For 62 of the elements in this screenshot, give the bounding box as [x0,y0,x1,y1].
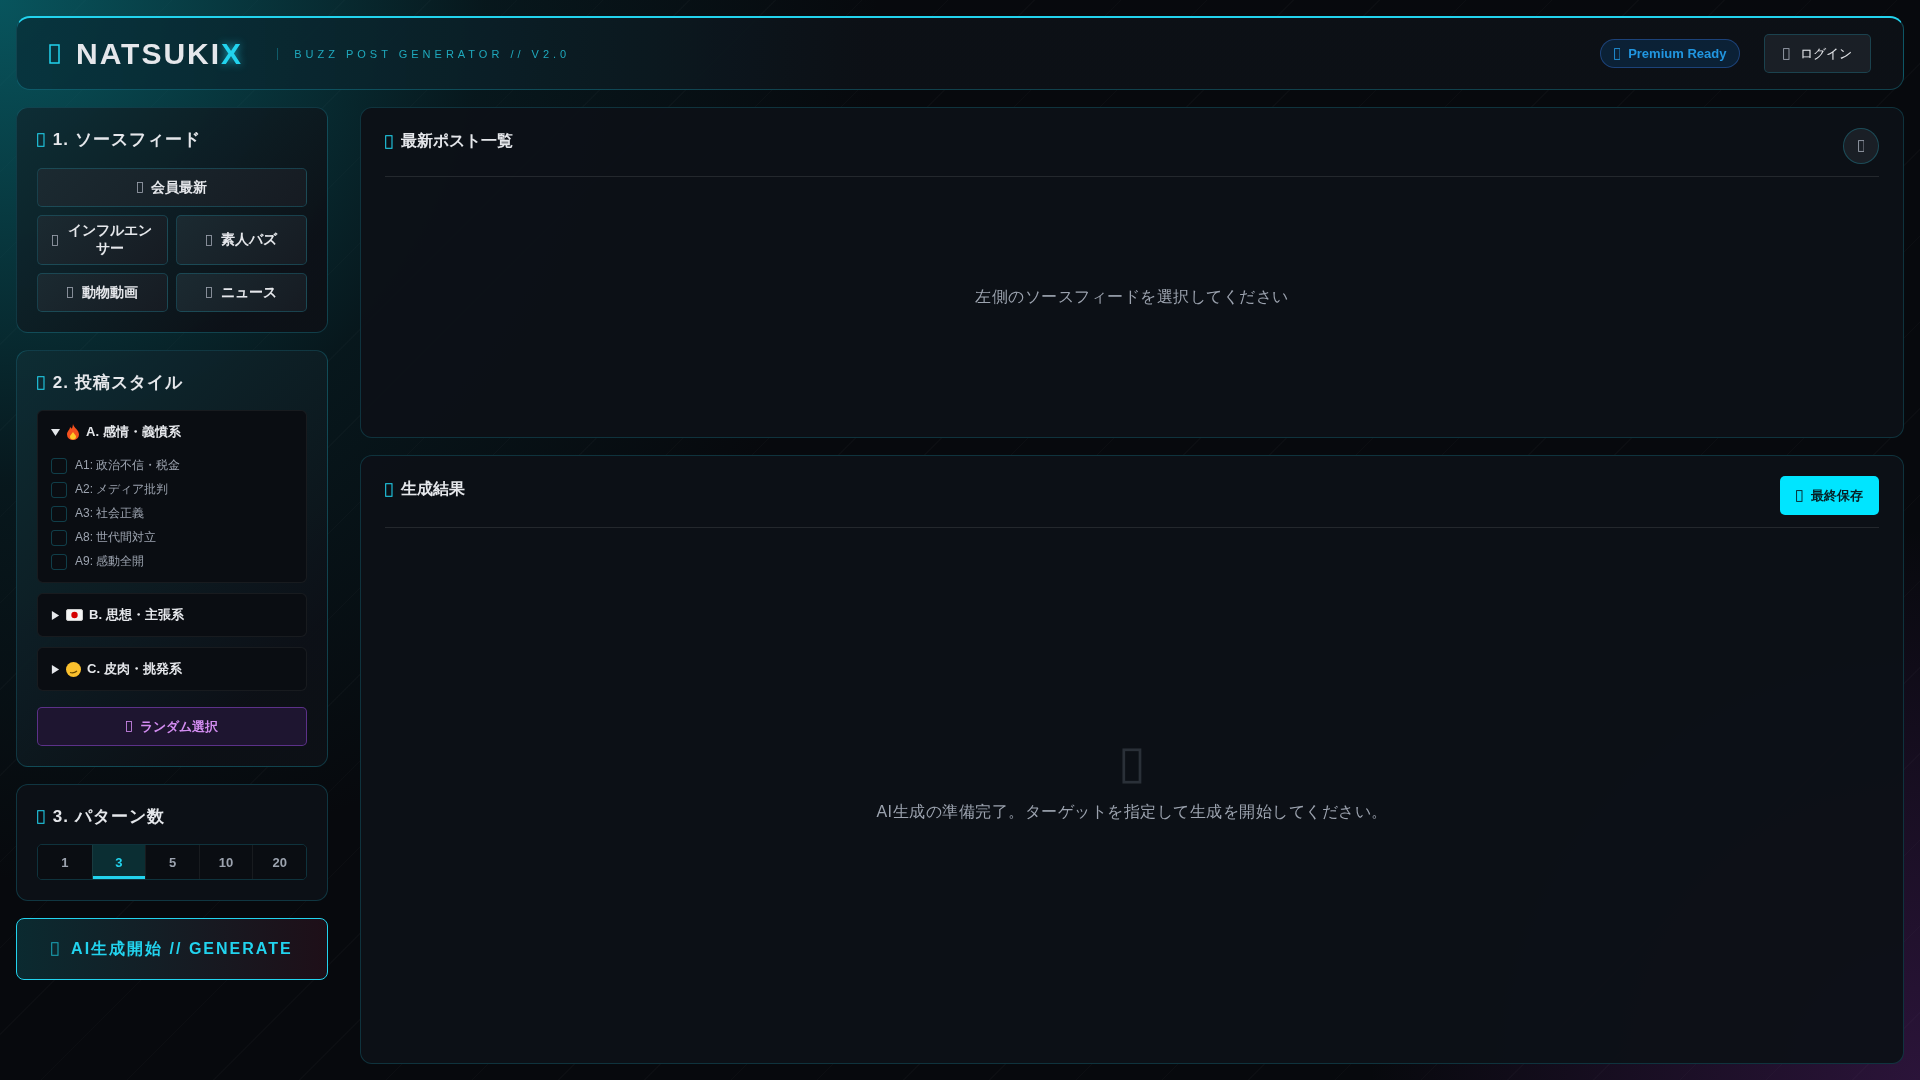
style-option-label: A8: 世代間対立 [75,529,157,546]
style-option-label: A2: メディア批判 [75,481,169,498]
pattern-count-option[interactable]: 3 [91,845,146,879]
pattern-count-option[interactable]: 10 [198,845,253,879]
caret-icon [51,664,60,674]
smirk-face-icon [66,661,81,677]
missing-glyph-icon [52,234,59,246]
missing-glyph-icon [385,134,393,149]
style-option-label: A9: 感動全開 [75,553,145,570]
style-option-label: A1: 政治不信・税金 [75,457,181,474]
missing-glyph-icon [67,287,74,298]
missing-glyph-icon [385,482,393,497]
section-title: 1. ソースフィード [37,128,307,151]
refresh-button[interactable] [1843,128,1879,164]
pattern-count-option[interactable]: 5 [145,845,199,879]
save-button[interactable]: 最終保存 [1780,476,1879,515]
source-feed-button[interactable]: 動物動画 [37,273,168,312]
empty-message: AI生成の準備完了。ターゲットを指定して生成を開始してください。 [876,802,1388,822]
missing-glyph-icon [136,182,143,193]
missing-glyph-icon [37,132,45,147]
style-group-toggle[interactable]: A. 感情・義憤系 [38,411,306,453]
style-group-toggle[interactable]: C. 皮肉・挑発系 [38,648,306,690]
style-checkbox[interactable] [51,457,67,474]
source-feed-button[interactable]: 会員最新 [37,168,307,207]
premium-badge: Premium Ready [1599,39,1741,68]
missing-glyph-icon [125,721,132,732]
missing-glyph-icon [51,942,60,956]
panel-title: 最新ポスト一覧 [385,131,513,152]
caret-icon [51,610,60,620]
missing-glyph-icon [1796,489,1803,502]
source-feed-button[interactable]: ニュース [176,273,307,312]
style-option-label: A3: 社会正義 [75,505,145,522]
section-title: 2. 投稿スタイル [37,371,307,394]
pattern-count-option[interactable]: 20 [252,845,306,879]
flame-icon [66,424,80,440]
style-checkbox[interactable] [51,505,67,522]
random-select-button[interactable]: ランダム選択 [37,707,307,746]
pattern-count-option[interactable]: 1 [38,845,92,879]
source-feed-button[interactable]: インフルエンサー [37,215,168,265]
app-logo: NATSUKIX [49,36,244,71]
missing-glyph-icon [37,375,45,390]
missing-glyph-icon [206,234,213,246]
login-button[interactable]: ログイン [1764,34,1871,73]
missing-glyph-icon [1613,47,1621,60]
style-checkbox[interactable] [51,529,67,546]
missing-glyph-icon [1857,140,1865,152]
panel-title: 生成結果 [385,479,465,500]
missing-glyph-icon [49,43,60,64]
app-subtitle: BUZZ POST GENERATOR // V2.0 [277,47,571,60]
caret-icon [51,427,60,437]
style-checkbox[interactable] [51,553,67,570]
flag-icon [66,609,83,621]
missing-glyph-icon [1783,47,1790,60]
section-title: 3. パターン数 [37,805,307,828]
style-checkbox[interactable] [51,481,67,498]
empty-message: 左側のソースフィードを選択してください [975,286,1289,307]
source-feed-button[interactable]: 素人バズ [176,215,307,265]
missing-glyph-icon [37,809,45,824]
generate-button[interactable]: AI生成開始 // GENERATE [16,918,328,980]
style-group-toggle[interactable]: B. 思想・主張系 [38,594,306,636]
missing-glyph-icon [206,287,213,298]
placeholder-glyph-icon [1122,748,1142,784]
